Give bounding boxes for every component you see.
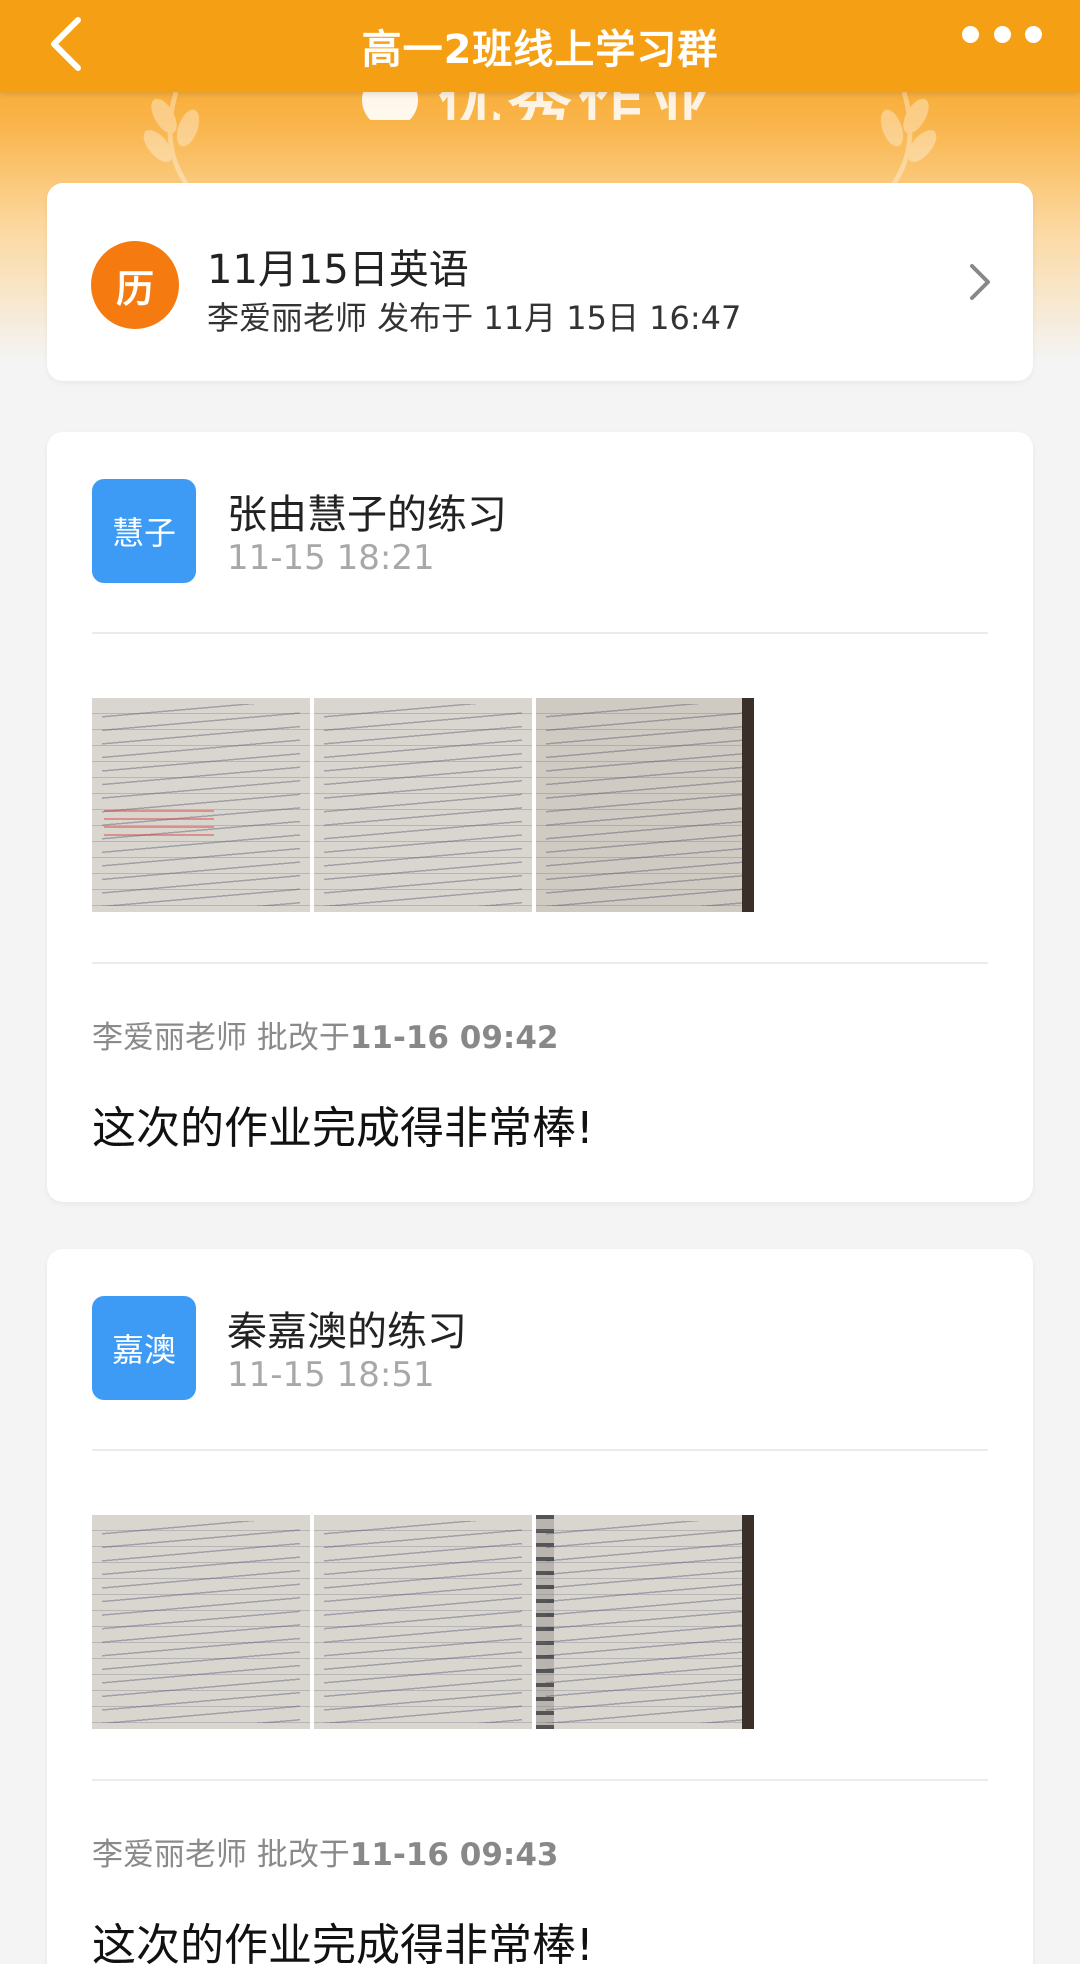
top-nav-bar: 高一2班线上学习群 bbox=[0, 0, 1080, 92]
teacher-comment: 这次的作业完成得非常棒! bbox=[92, 1920, 594, 1964]
homework-photo[interactable] bbox=[536, 698, 754, 912]
photo-thumbnails bbox=[92, 1515, 754, 1729]
subject-badge: 历 bbox=[91, 241, 179, 329]
avatar: 嘉澳 bbox=[92, 1296, 196, 1400]
grader-time: 11-16 09:43 bbox=[349, 1837, 559, 1873]
wheat-icon bbox=[880, 91, 937, 196]
chevron-right-icon[interactable] bbox=[967, 261, 993, 303]
photo-thumbnails bbox=[92, 698, 754, 912]
submission-card[interactable]: 嘉澳 秦嘉澳的练习 11-15 18:51 李爱丽老师 批改于11-16 09:… bbox=[47, 1249, 1033, 1964]
submission-title: 秦嘉澳的练习 bbox=[227, 1309, 467, 1355]
submission-card[interactable]: 慧子 张由慧子的练习 11-15 18:21 李爱丽老师 批改于11-16 09… bbox=[47, 432, 1033, 1202]
more-dots-icon[interactable] bbox=[962, 22, 1042, 46]
grader-info: 李爱丽老师 批改于11-16 09:43 bbox=[92, 1837, 559, 1873]
page-title: 高一2班线上学习群 bbox=[361, 27, 719, 73]
teacher-comment: 这次的作业完成得非常棒! bbox=[92, 1103, 594, 1154]
homework-photo[interactable] bbox=[92, 1515, 310, 1729]
divider bbox=[92, 632, 988, 634]
avatar: 慧子 bbox=[92, 479, 196, 583]
submission-time: 11-15 18:21 bbox=[227, 538, 435, 578]
homework-photo[interactable] bbox=[314, 698, 532, 912]
grader-time: 11-16 09:42 bbox=[349, 1020, 559, 1056]
assignment-title: 11月15日英语 bbox=[207, 247, 469, 293]
chevron-left-icon[interactable] bbox=[44, 14, 88, 74]
grader-info: 李爱丽老师 批改于11-16 09:42 bbox=[92, 1020, 559, 1056]
homework-photo[interactable] bbox=[536, 1515, 754, 1729]
divider bbox=[92, 1449, 988, 1451]
assignment-meta: 李爱丽老师 发布于 11月 15日 16:47 bbox=[207, 299, 742, 337]
homework-photo[interactable] bbox=[314, 1515, 532, 1729]
divider bbox=[92, 1779, 988, 1781]
assignment-card[interactable]: 历 11月15日英语 李爱丽老师 发布于 11月 15日 16:47 bbox=[47, 183, 1033, 381]
homework-photo[interactable] bbox=[92, 698, 310, 912]
divider bbox=[92, 962, 988, 964]
submission-title: 张由慧子的练习 bbox=[227, 492, 507, 538]
submission-time: 11-15 18:51 bbox=[227, 1355, 435, 1395]
